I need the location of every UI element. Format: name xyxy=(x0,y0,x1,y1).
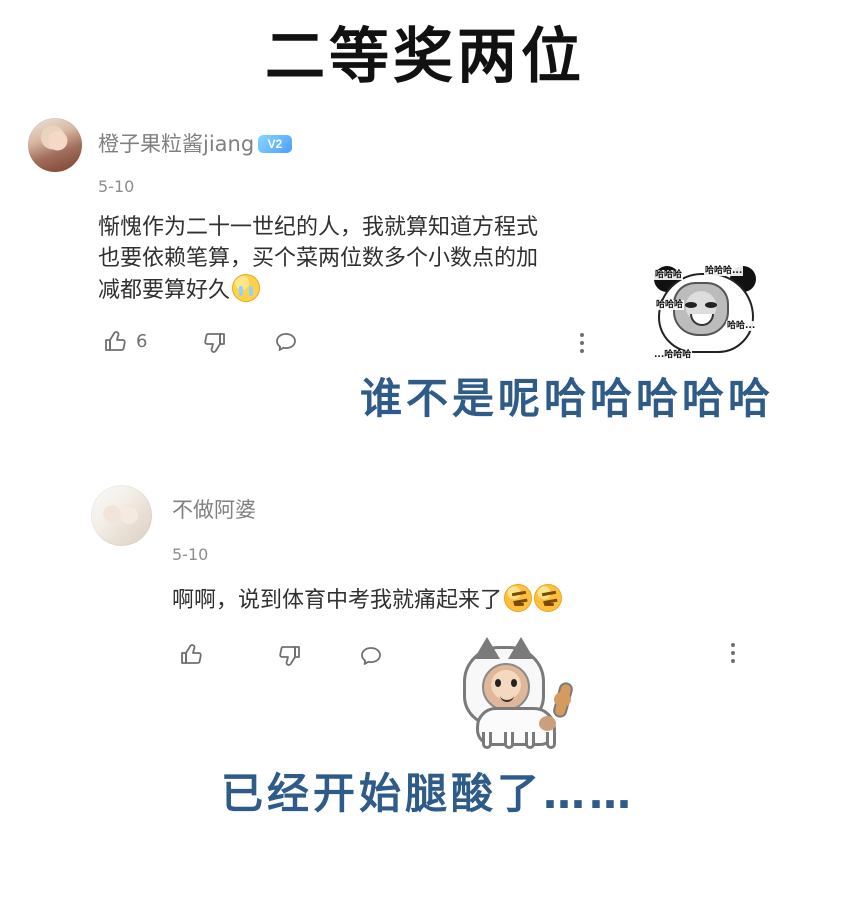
reply-button[interactable] xyxy=(274,331,298,353)
cat-spot xyxy=(554,692,571,707)
comment-date: 5-10 xyxy=(172,545,209,564)
page-title: 二等奖两位 xyxy=(265,22,585,92)
thumb-up-icon xyxy=(179,643,203,667)
more-options-button[interactable] xyxy=(729,642,737,664)
panda-mouth xyxy=(690,314,714,326)
cat-sticker xyxy=(462,634,574,752)
panda-sticker-text: 哈哈... xyxy=(726,321,757,331)
dislike-button[interactable] xyxy=(203,330,227,354)
reply-button[interactable] xyxy=(359,645,383,667)
dislike-button[interactable] xyxy=(278,643,302,667)
cat-leg xyxy=(525,732,535,749)
comment-bubble-icon xyxy=(359,645,383,667)
crying-face-icon xyxy=(232,274,261,302)
comment-date: 5-10 xyxy=(98,177,135,196)
angry-face-icon xyxy=(504,584,533,612)
comment-line-text: 减都要算好久 xyxy=(98,278,231,303)
avatar[interactable] xyxy=(91,485,152,546)
panda-sticker-text: ...哈哈哈 xyxy=(653,350,693,360)
angry-face-icon xyxy=(534,584,563,612)
thumb-up-icon xyxy=(103,330,127,354)
like-button[interactable]: 6 xyxy=(103,330,147,354)
comment-line: 惭愧作为二十一世纪的人，我就算知道方程式 xyxy=(98,215,539,240)
like-button[interactable] xyxy=(179,643,203,667)
cat-leg xyxy=(546,732,556,749)
comment-body: 啊啊，说到体育中考我就痛起来了 xyxy=(172,584,592,616)
panda-eye xyxy=(685,302,697,308)
more-options-button[interactable] xyxy=(578,332,586,354)
comment-line: 也要依赖笔算，买个菜两位数多个小数点的加 xyxy=(98,246,539,271)
cat-eye xyxy=(495,679,501,687)
comment-line-text: 啊啊，说到体育中考我就痛起来了 xyxy=(172,588,503,613)
more-vertical-icon xyxy=(578,332,586,354)
avatar[interactable] xyxy=(28,118,82,172)
thumb-down-icon xyxy=(278,643,302,667)
panda-eye xyxy=(705,302,717,308)
cat-spot xyxy=(539,716,556,731)
more-vertical-icon xyxy=(729,642,737,664)
comment-bubble-icon xyxy=(274,331,298,353)
user-level-badge: V2 xyxy=(258,135,292,153)
cat-face xyxy=(482,663,530,711)
comment-author-name[interactable]: 不做阿婆 xyxy=(172,496,256,524)
cat-leg xyxy=(504,732,514,749)
like-count: 6 xyxy=(136,331,148,352)
panda-sticker-text: 哈哈哈 xyxy=(654,270,684,280)
thumb-down-icon xyxy=(203,330,227,354)
panda-sticker-text: 哈哈哈 xyxy=(655,300,685,310)
comment-author-name[interactable]: 橙子果粒酱jiang xyxy=(98,130,254,158)
panda-meme-sticker: 哈哈哈 哈哈哈... 哈哈哈 哈哈... ...哈哈哈 xyxy=(648,258,763,360)
cat-mouth xyxy=(500,692,514,702)
comment-body: 惭愧作为二十一世纪的人，我就算知道方程式 也要依赖笔算，买个菜两位数多个小数点的… xyxy=(98,212,598,306)
panda-sticker-text: 哈哈哈... xyxy=(704,266,744,276)
reaction-caption: 已经开始腿酸了…… xyxy=(221,769,636,818)
cat-leg xyxy=(482,732,492,749)
comment-line: 减都要算好久 xyxy=(98,274,598,306)
reaction-caption: 谁不是呢哈哈哈哈哈 xyxy=(360,374,775,423)
cat-eye xyxy=(511,679,517,687)
